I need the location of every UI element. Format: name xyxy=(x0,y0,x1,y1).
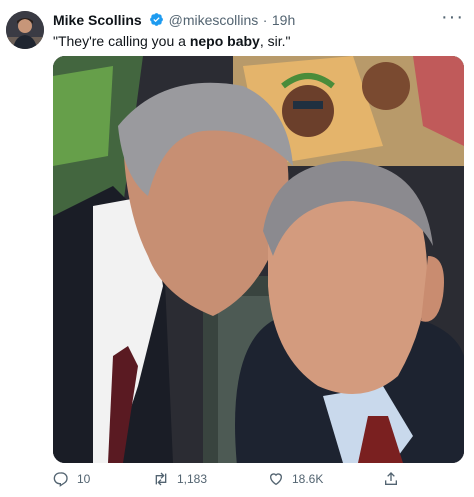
author-handle[interactable]: @mikescollins xyxy=(169,12,259,28)
tweet-text-bold: nepo baby xyxy=(189,33,260,49)
tweet: Mike Scollins @mikescollins · 19h ··· "T… xyxy=(0,0,474,497)
reply-button[interactable]: 10 xyxy=(53,471,90,487)
author-name[interactable]: Mike Scollins xyxy=(53,12,142,28)
verified-badge-icon xyxy=(149,12,164,32)
author-avatar[interactable] xyxy=(6,11,44,49)
retweet-button[interactable]: 1,183 xyxy=(153,471,207,487)
tweet-text-after: , sir." xyxy=(259,33,291,49)
heart-icon xyxy=(269,473,283,486)
retweet-count: 1,183 xyxy=(177,472,208,486)
share-icon xyxy=(385,472,397,485)
reply-count: 10 xyxy=(77,472,91,486)
person-avatar-icon xyxy=(6,11,44,49)
like-count: 18.6K xyxy=(292,472,324,486)
tweet-actions: 10 1,183 18.6K xyxy=(53,468,464,492)
tweet-text-before: "They're calling you a xyxy=(53,33,190,49)
more-options-button[interactable]: ··· xyxy=(441,6,464,29)
tweet-photo[interactable] xyxy=(53,56,464,463)
retweet-icon xyxy=(155,472,167,486)
like-button[interactable]: 18.6K xyxy=(268,471,323,487)
separator-dot: · xyxy=(262,12,268,28)
tweet-text: "They're calling you a nepo baby, sir." xyxy=(53,32,463,50)
reply-icon xyxy=(53,472,68,487)
tweet-header: Mike Scollins @mikescollins · 19h ··· xyxy=(53,6,464,32)
timestamp[interactable]: 19h xyxy=(272,12,295,28)
share-button[interactable] xyxy=(383,471,407,487)
photo-illustration xyxy=(53,56,464,463)
